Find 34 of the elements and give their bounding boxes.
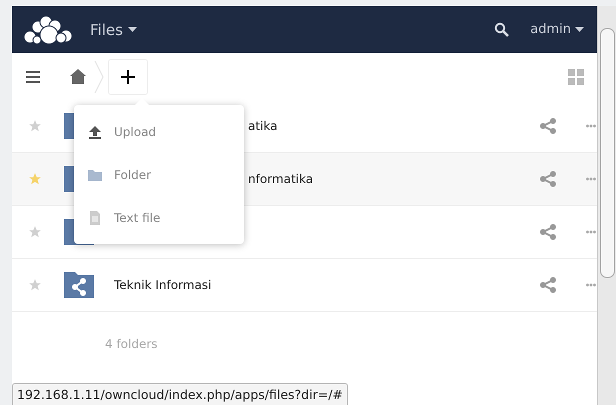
share-icon[interactable] (540, 171, 556, 187)
breadcrumb-separator-icon (94, 60, 104, 92)
menu-item[interactable]: Upload (74, 110, 244, 153)
share-icon[interactable] (540, 118, 556, 134)
scrollbar[interactable] (597, 6, 616, 405)
more-icon[interactable] (586, 124, 596, 128)
caret-icon (128, 27, 137, 32)
user-menu-button[interactable]: admin (530, 22, 584, 37)
plus-icon (121, 70, 135, 84)
folder-count: 4 folders (105, 337, 159, 351)
upload-icon (88, 124, 102, 138)
file-name[interactable]: atika (248, 119, 278, 133)
file-name[interactable]: Teknik Informasi (114, 278, 212, 292)
file-row[interactable]: Teknik Informasi (12, 259, 598, 312)
status-url: 192.168.1.11/owncloud/index.php/apps/files?dir=/# (12, 383, 348, 405)
grid-view-icon[interactable] (568, 68, 584, 84)
more-icon[interactable] (586, 230, 596, 234)
new-button[interactable] (108, 58, 148, 94)
star-icon[interactable] (28, 278, 42, 292)
menu-item[interactable]: Folder (74, 153, 244, 196)
caret-icon (575, 27, 584, 32)
file-name[interactable]: nformatika (248, 172, 314, 186)
app-menu-button[interactable]: Files (90, 20, 137, 38)
star-icon[interactable] (28, 119, 42, 133)
search-icon[interactable] (494, 22, 510, 38)
more-icon[interactable] (586, 177, 596, 181)
share-icon[interactable] (540, 277, 556, 293)
star-icon[interactable] (28, 172, 42, 186)
home-icon[interactable] (70, 69, 86, 84)
star-icon[interactable] (28, 225, 42, 239)
menu-icon[interactable] (26, 70, 40, 82)
more-icon[interactable] (586, 283, 596, 287)
share-icon[interactable] (540, 224, 556, 240)
text-file-icon (88, 210, 102, 224)
